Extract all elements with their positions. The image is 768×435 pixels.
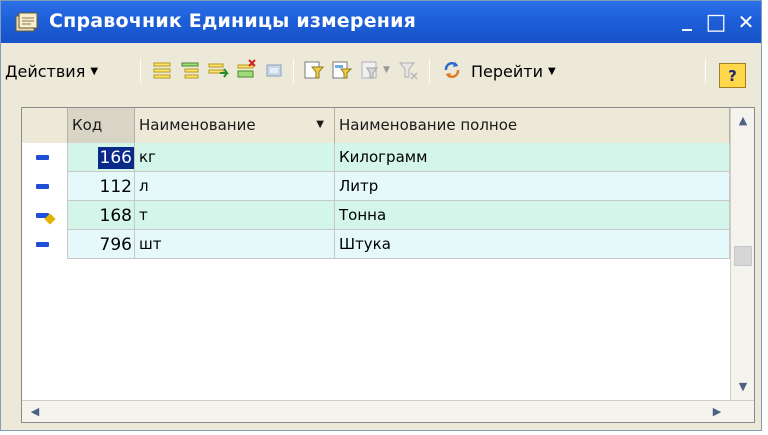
- cell-full-name[interactable]: Килограмм: [335, 143, 730, 172]
- toolbar-separator: [429, 59, 430, 83]
- marker-column-header: [22, 108, 68, 143]
- actions-menu-button[interactable]: Действия ▼: [5, 55, 98, 87]
- refresh-icon[interactable]: [441, 59, 463, 81]
- minimize-button[interactable]: _: [675, 7, 699, 33]
- sort-arrow-icon: ▼: [316, 119, 324, 130]
- window-title: Справочник Единицы измерения: [49, 10, 417, 32]
- chevron-down-icon[interactable]: ▼: [383, 65, 390, 75]
- add-item-icon[interactable]: [151, 59, 173, 81]
- scroll-right-icon[interactable]: ▶: [706, 401, 728, 422]
- cell-code[interactable]: 166: [68, 143, 135, 172]
- column-header-name[interactable]: Наименование ▼: [135, 108, 335, 143]
- column-header-code[interactable]: Код: [68, 108, 135, 143]
- cell-name[interactable]: шт: [135, 230, 335, 259]
- chevron-down-icon: ▼: [90, 65, 99, 77]
- move-to-group-icon[interactable]: [263, 59, 285, 81]
- toolbar: Действия ▼ ▼ Перейти ▼ ?: [1, 43, 761, 101]
- filter-by-value-icon[interactable]: [331, 59, 353, 81]
- goto-label: Перейти: [471, 61, 543, 81]
- cell-code[interactable]: 168: [68, 201, 135, 230]
- close-icon: ✕: [737, 10, 755, 34]
- horizontal-scrollbar[interactable]: ◀ ▶: [22, 400, 754, 422]
- filter-history-icon[interactable]: [359, 59, 381, 81]
- cell-name[interactable]: кг: [135, 143, 335, 172]
- help-icon: ?: [728, 66, 737, 85]
- row-marker: [22, 172, 68, 201]
- maximize-icon: □: [705, 9, 727, 35]
- toolbar-separator: [140, 59, 141, 83]
- scroll-thumb[interactable]: [734, 246, 752, 266]
- close-button[interactable]: ✕: [734, 10, 758, 34]
- toolbar-separator: [293, 59, 294, 83]
- add-group-icon[interactable]: [179, 59, 201, 81]
- units-table: Код Наименование ▼ Наименование полное 1…: [21, 107, 755, 423]
- table-header: Код Наименование ▼ Наименование полное: [22, 108, 730, 143]
- clear-filter-icon[interactable]: [397, 59, 419, 81]
- row-marker: [22, 143, 68, 172]
- title-bar[interactable]: Справочник Единицы измерения _ □ ✕: [1, 1, 761, 43]
- cell-full-name[interactable]: Литр: [335, 172, 730, 201]
- table-row[interactable]: 168 т Тонна: [22, 201, 730, 230]
- chevron-down-icon: ▼: [548, 65, 556, 77]
- table-row[interactable]: 112 л Литр: [22, 172, 730, 201]
- table-row[interactable]: 166 кг Килограмм: [22, 143, 730, 172]
- scroll-down-icon[interactable]: ▼: [732, 375, 754, 397]
- minimize-icon: _: [682, 7, 692, 31]
- cell-full-name[interactable]: Штука: [335, 230, 730, 259]
- cell-full-name[interactable]: Тонна: [335, 201, 730, 230]
- scroll-up-icon[interactable]: ▲: [732, 109, 754, 131]
- maximize-button[interactable]: □: [704, 9, 728, 35]
- goto-menu-button[interactable]: Перейти ▼: [471, 55, 556, 87]
- filter-icon[interactable]: [303, 59, 325, 81]
- copy-item-icon[interactable]: [207, 59, 229, 81]
- cell-code[interactable]: 796: [68, 230, 135, 259]
- actions-label: Действия: [5, 61, 86, 81]
- row-marker: [22, 230, 68, 259]
- scroll-left-icon[interactable]: ◀: [24, 401, 46, 422]
- toolbar-separator: [705, 59, 706, 83]
- catalog-icon: [13, 10, 39, 34]
- element-icon: [36, 155, 49, 160]
- table-row[interactable]: 796 шт Штука: [22, 230, 730, 259]
- row-marker: [22, 201, 68, 230]
- cell-code[interactable]: 112: [68, 172, 135, 201]
- column-header-full-name[interactable]: Наименование полное: [335, 108, 730, 143]
- vertical-scrollbar[interactable]: ▲ ▼: [730, 108, 754, 400]
- mark-delete-icon[interactable]: [235, 59, 257, 81]
- reference-window: Справочник Единицы измерения _ □ ✕ Дейст…: [0, 0, 762, 431]
- element-icon: [36, 242, 49, 247]
- element-icon: [36, 184, 49, 189]
- help-button[interactable]: ?: [719, 63, 746, 88]
- cell-name[interactable]: л: [135, 172, 335, 201]
- cell-name[interactable]: т: [135, 201, 335, 230]
